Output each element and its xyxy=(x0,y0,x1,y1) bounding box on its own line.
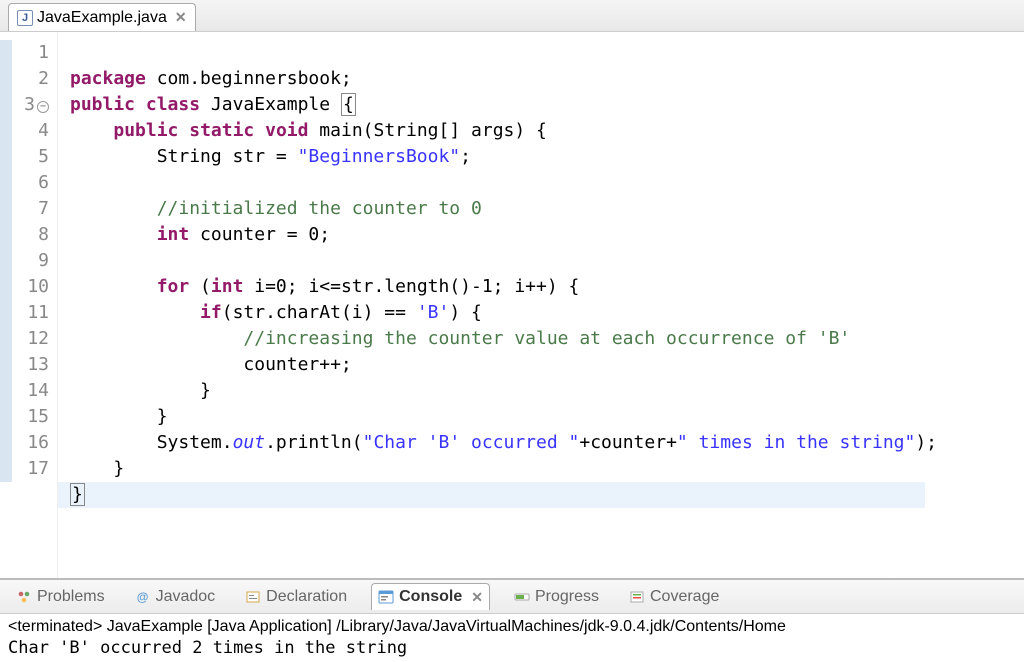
tab-javadoc[interactable]: @ Javadoc xyxy=(129,584,222,610)
code-text xyxy=(70,198,157,219)
code-text: (str.charAt(i) == xyxy=(222,302,417,323)
string-literal: "Char 'B' occurred " xyxy=(363,432,580,453)
console-process-header: <terminated> JavaExample [Java Applicati… xyxy=(8,618,1016,636)
code-text: i=0; i<=str.length()-1; i++) { xyxy=(243,276,579,297)
bracket-match: } xyxy=(70,483,85,506)
keyword: int xyxy=(157,224,190,245)
tab-label: Problems xyxy=(37,588,105,606)
declaration-icon xyxy=(245,589,261,605)
tab-progress[interactable]: Progress xyxy=(508,584,605,610)
code-text: +counter+ xyxy=(579,432,677,453)
code-text: counter = 0; xyxy=(189,224,330,245)
fold-icon[interactable]: − xyxy=(37,101,49,113)
comment: //increasing the counter value at each o… xyxy=(243,328,850,349)
keyword: class xyxy=(146,94,200,115)
code-text: counter++; xyxy=(70,354,352,375)
string-literal: 'B' xyxy=(417,302,450,323)
keyword: int xyxy=(211,276,244,297)
java-file-icon: J xyxy=(17,10,33,26)
bottom-tabs: Problems @ Javadoc Declaration Console ✕… xyxy=(0,580,1024,614)
comment: //initialized the counter to 0 xyxy=(157,198,482,219)
close-icon[interactable]: ✕ xyxy=(175,9,187,26)
editor-tab-active[interactable]: J JavaExample.java ✕ xyxy=(8,3,196,31)
code-text: ( xyxy=(189,276,211,297)
tab-label: Progress xyxy=(535,588,599,606)
string-literal: "BeginnersBook" xyxy=(298,146,461,167)
code-text: .println( xyxy=(265,432,363,453)
code-text: JavaExample xyxy=(200,94,341,115)
code-text xyxy=(70,302,200,323)
editor-tab-filename: JavaExample.java xyxy=(37,9,167,27)
code-text: } xyxy=(70,458,124,479)
problems-icon xyxy=(16,589,32,605)
code-editor[interactable]: 1 2 3− 4 5 6 7 8 9 10 11 12 13 14 15 16 … xyxy=(0,32,1024,578)
keyword: package xyxy=(70,68,146,89)
code-text xyxy=(70,328,243,349)
code-text: ; xyxy=(460,146,471,167)
process-path: JavaExample [Java Application] /Library/… xyxy=(102,618,786,635)
code-text: com.beginnersbook; xyxy=(146,68,352,89)
code-text: ) { xyxy=(449,302,482,323)
keyword: public xyxy=(70,94,135,115)
editor-tab-bar: J JavaExample.java ✕ xyxy=(0,0,1024,32)
code-text: String str = xyxy=(70,146,298,167)
console-content: <terminated> JavaExample [Java Applicati… xyxy=(0,614,1024,662)
keyword: static xyxy=(189,120,254,141)
console-output: Char 'B' occurred 2 times in the string xyxy=(8,638,1016,658)
code-text: ); xyxy=(915,432,937,453)
keyword: if xyxy=(200,302,222,323)
bracket-match: { xyxy=(341,93,356,116)
code-text: } xyxy=(70,380,211,401)
tab-label: Javadoc xyxy=(156,588,216,606)
terminated-label: <terminated> xyxy=(8,618,102,635)
tab-problems[interactable]: Problems xyxy=(10,584,111,610)
field-ref: out xyxy=(233,432,266,453)
tab-console[interactable]: Console ✕ xyxy=(371,583,490,610)
bottom-panel: Problems @ Javadoc Declaration Console ✕… xyxy=(0,578,1024,662)
console-icon xyxy=(378,589,394,605)
keyword: void xyxy=(265,120,308,141)
javadoc-icon: @ xyxy=(135,589,151,605)
code-text xyxy=(70,224,157,245)
line-number-gutter: 1 2 3− 4 5 6 7 8 9 10 11 12 13 14 15 16 … xyxy=(0,32,58,578)
code-text xyxy=(70,276,157,297)
progress-icon xyxy=(514,589,530,605)
string-literal: " times in the string" xyxy=(677,432,915,453)
code-content[interactable]: package com.beginnersbook; public class … xyxy=(58,32,937,578)
tab-coverage[interactable]: Coverage xyxy=(623,584,725,610)
code-text: System. xyxy=(70,432,233,453)
tab-label: Coverage xyxy=(650,588,719,606)
code-text: } xyxy=(70,406,168,427)
tab-declaration[interactable]: Declaration xyxy=(239,584,353,610)
tab-label: Console xyxy=(399,588,462,606)
tab-label: Declaration xyxy=(266,588,347,606)
close-icon[interactable]: ✕ xyxy=(471,589,483,606)
keyword: public xyxy=(113,120,178,141)
code-text: main(String[] args) { xyxy=(308,120,546,141)
coverage-icon xyxy=(629,589,645,605)
keyword: for xyxy=(157,276,190,297)
